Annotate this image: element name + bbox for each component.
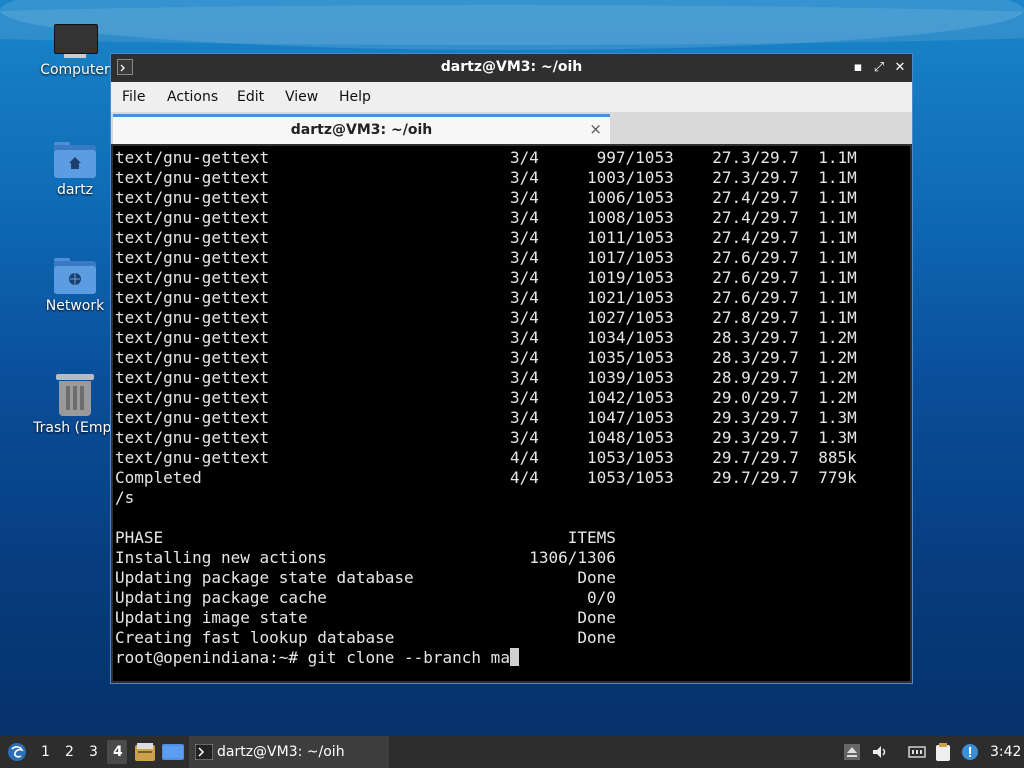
terminal-output[interactable]: text/gnu-gettext 3/4 997/1053 27.3/29.7 … (113, 146, 910, 681)
terminal-line: text/gnu-gettext 3/4 1019/1053 27.6/29.7… (115, 268, 857, 287)
workspace-3[interactable]: 3 (89, 744, 98, 760)
home-folder-icon (54, 142, 96, 178)
terminal-line: text/gnu-gettext 3/4 1042/1053 29.0/29.7… (115, 388, 857, 407)
clock[interactable]: 3:42 (990, 744, 1021, 760)
tab-label: dartz@VM3: ~/oih (290, 122, 433, 138)
terminal-line: text/gnu-gettext 3/4 1011/1053 27.4/29.7… (115, 228, 857, 247)
menu-view[interactable]: View (285, 89, 318, 105)
terminal-line: text/gnu-gettext 3/4 1008/1053 27.4/29.7… (115, 208, 857, 227)
wallpaper-wave (0, 5, 1024, 45)
network-icon[interactable] (908, 743, 926, 761)
terminal-line: Creating fast lookup database Done (115, 628, 616, 647)
file-manager-launcher[interactable] (134, 736, 156, 768)
openindiana-logo-icon (8, 743, 26, 761)
terminal-line: /s (115, 488, 135, 507)
close-button[interactable]: ✕ (892, 60, 908, 76)
terminal-line: Updating package state database Done (115, 568, 616, 587)
terminal-prompt-line[interactable]: root@openindiana:~# git clone --branch m… (115, 648, 519, 668)
trash-icon (56, 374, 94, 416)
workspace-1[interactable]: 1 (41, 744, 50, 760)
terminal-line: text/gnu-gettext 3/4 1017/1053 27.6/29.7… (115, 248, 857, 267)
terminal-line: Completed 4/4 1053/1053 29.7/29.7 779k (115, 468, 857, 487)
terminal-line: text/gnu-gettext 3/4 1003/1053 27.3/29.7… (115, 168, 857, 187)
desktop-icon (162, 744, 184, 760)
workspace-4[interactable]: 4 (113, 744, 123, 760)
terminal-line: text/gnu-gettext 3/4 997/1053 27.3/29.7 … (115, 148, 857, 167)
tab-close-icon[interactable]: × (589, 120, 602, 138)
show-desktop-button[interactable] (161, 736, 185, 768)
terminal-line: text/gnu-gettext 4/4 1053/1053 29.7/29.7… (115, 448, 857, 467)
terminal-line: Installing new actions 1306/1306 (115, 548, 616, 567)
terminal-line: text/gnu-gettext 3/4 1048/1053 29.3/29.7… (115, 428, 857, 447)
terminal-icon (195, 744, 213, 760)
workspace-2[interactable]: 2 (65, 744, 74, 760)
tab-bar: dartz@VM3: ~/oih × (111, 112, 912, 144)
eject-icon[interactable] (843, 743, 861, 761)
taskbar-window-label: dartz@VM3: ~/oih (217, 744, 345, 760)
computer-icon (54, 24, 98, 58)
terminal-line: text/gnu-gettext 3/4 1006/1053 27.4/29.7… (115, 188, 857, 207)
terminal-line: text/gnu-gettext 3/4 1035/1053 28.3/29.7… (115, 348, 857, 367)
text-cursor (509, 648, 519, 666)
terminal-line: PHASE ITEMS (115, 528, 616, 547)
taskbar: 1 2 3 4 dartz@VM3: ~/oih 3:42 (0, 736, 1024, 768)
notification-icon[interactable] (961, 743, 979, 761)
start-menu-button[interactable] (4, 736, 30, 768)
menu-help[interactable]: Help (339, 89, 371, 105)
maximize-button[interactable]: ⤢ (871, 60, 887, 76)
terminal-prompt: root@openindiana:~# git clone --branch m… (115, 648, 510, 667)
terminal-line: text/gnu-gettext 3/4 1047/1053 29.3/29.7… (115, 408, 857, 427)
window-title: dartz@VM3: ~/oih (440, 59, 583, 75)
file-manager-icon (135, 743, 155, 761)
volume-icon[interactable] (871, 743, 889, 761)
clipboard-icon[interactable] (934, 743, 952, 761)
terminal-line: text/gnu-gettext 3/4 1034/1053 28.3/29.7… (115, 328, 857, 347)
terminal-window: dartz@VM3: ~/oih ▪ ⤢ ✕ File Actions Edit… (110, 53, 913, 684)
menu-actions[interactable]: Actions (167, 89, 218, 105)
terminal-line: Updating image state Done (115, 608, 616, 627)
network-folder-icon (54, 258, 96, 294)
menu-file[interactable]: File (122, 89, 145, 105)
tab-terminal[interactable]: dartz@VM3: ~/oih × (113, 114, 610, 144)
terminal-line: text/gnu-gettext 3/4 1039/1053 28.9/29.7… (115, 368, 857, 387)
minimize-button[interactable]: ▪ (850, 60, 866, 76)
terminal-line: text/gnu-gettext 3/4 1027/1053 27.8/29.7… (115, 308, 857, 327)
terminal-line: text/gnu-gettext 3/4 1021/1053 27.6/29.7… (115, 288, 857, 307)
menu-edit[interactable]: Edit (237, 89, 264, 105)
terminal-line: Updating package cache 0/0 (115, 588, 616, 607)
menu-bar: File Actions Edit View Help (111, 82, 912, 112)
window-titlebar[interactable]: dartz@VM3: ~/oih ▪ ⤢ ✕ (111, 54, 912, 82)
taskbar-window-terminal[interactable]: dartz@VM3: ~/oih (189, 736, 389, 768)
